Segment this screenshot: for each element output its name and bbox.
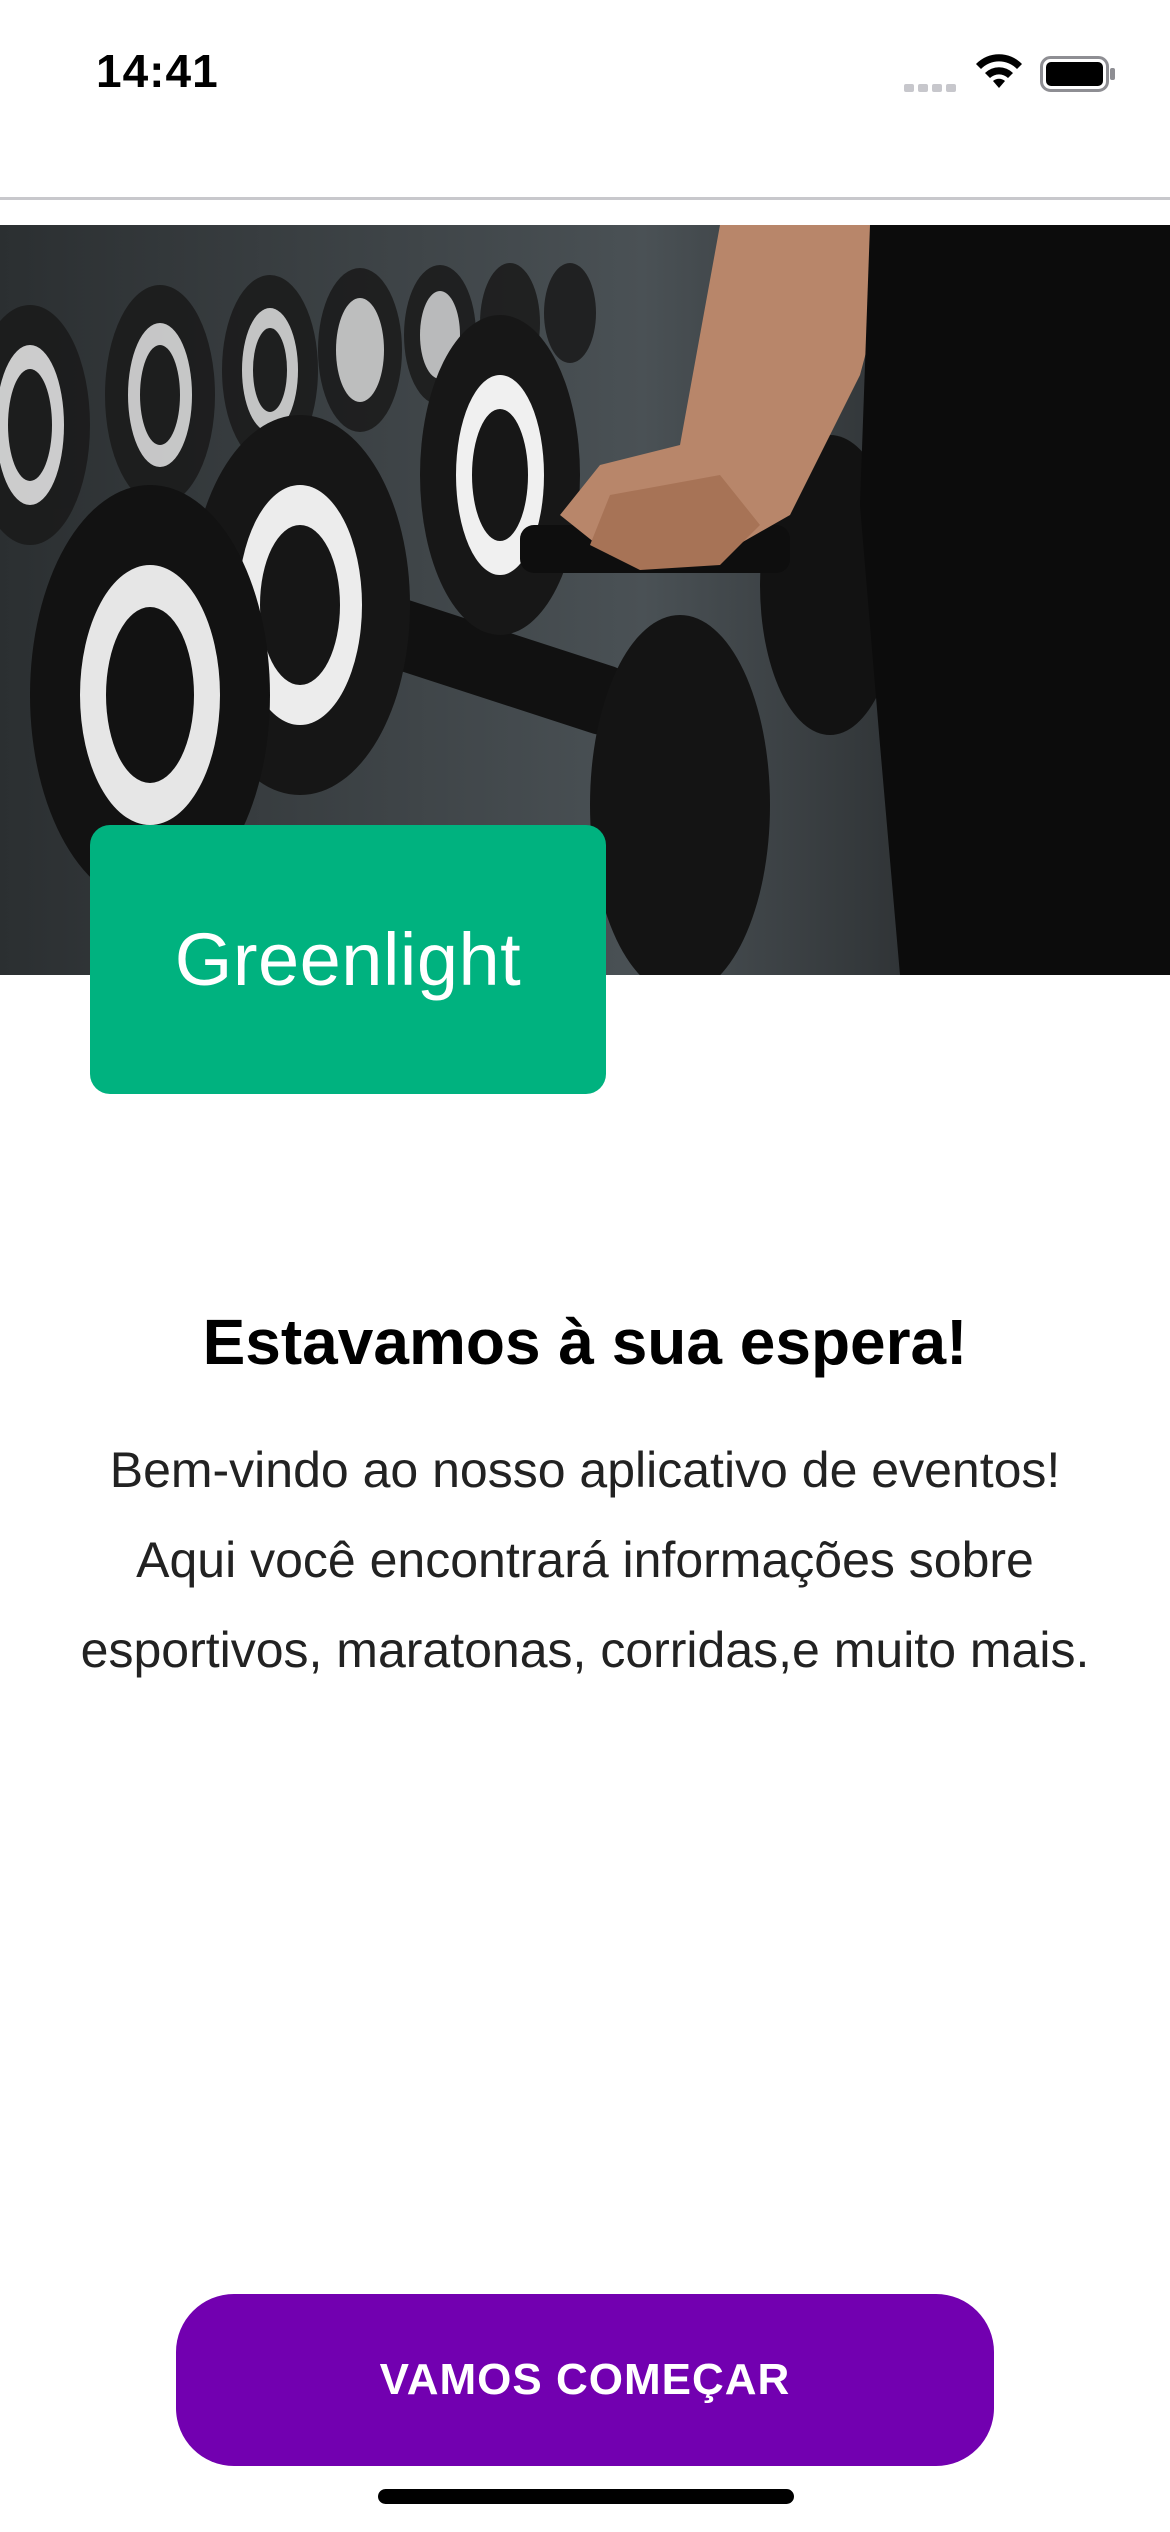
welcome-line: esportivos, maratonas, corridas,e muito …: [80, 1622, 1090, 1678]
status-bar: 14:41: [0, 0, 1170, 150]
welcome-title: Estavamos à sua espera!: [202, 1306, 968, 1378]
brand-name: Greenlight: [174, 918, 522, 1001]
cellular-signal-icon: [904, 84, 956, 92]
get-started-button[interactable]: VAMOS COMEÇAR: [176, 2294, 994, 2466]
header-divider: [0, 197, 1170, 200]
home-indicator[interactable]: [378, 2489, 794, 2504]
wifi-icon: [976, 54, 1022, 88]
welcome-line: Bem-vindo ao nosso aplicativo de eventos…: [109, 1442, 1061, 1498]
welcome-line: Aqui você encontrará informações sobre: [136, 1532, 1034, 1588]
brand-logo-badge: Greenlight: [90, 825, 606, 1094]
welcome-description: Bem-vindo ao nosso aplicativo de eventos…: [40, 1425, 1130, 1695]
battery-icon: [1040, 56, 1115, 92]
status-time: 14:41: [96, 45, 219, 97]
